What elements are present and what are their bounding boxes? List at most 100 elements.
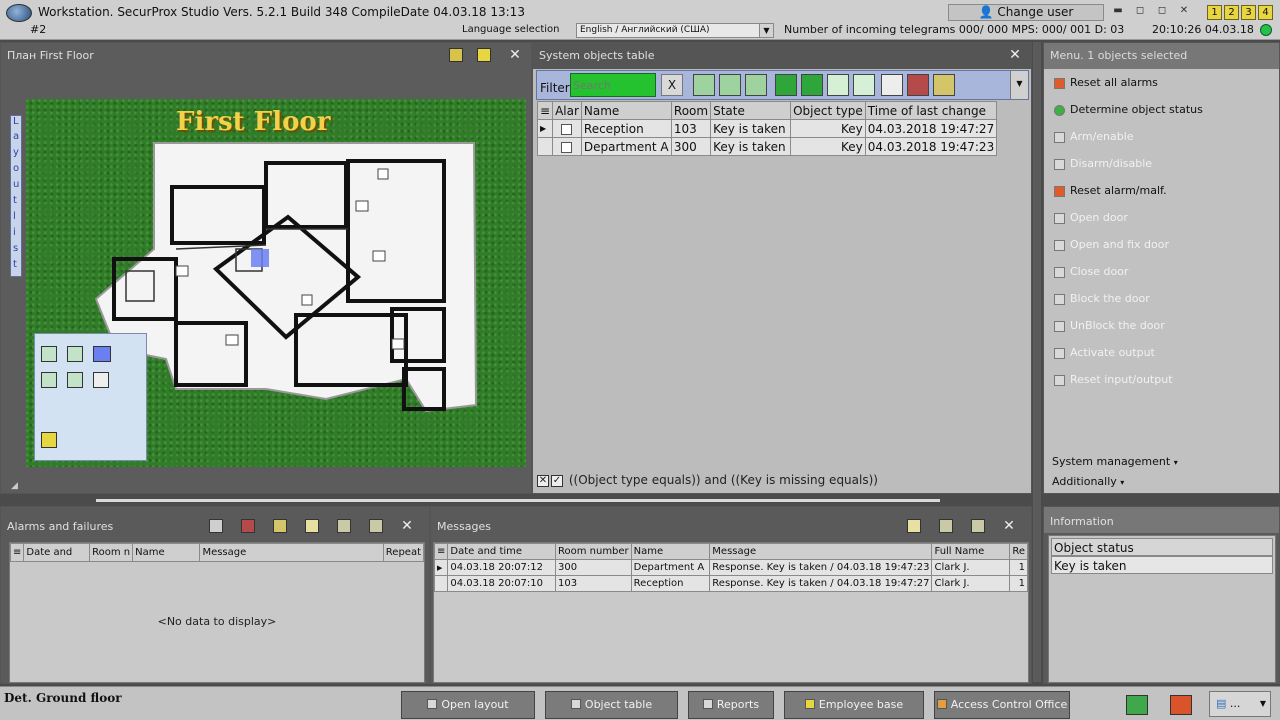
column-header[interactable]: Message (199, 543, 384, 562)
horizontal-splitter[interactable] (96, 499, 940, 502)
search-input[interactable] (570, 73, 656, 97)
key-icon[interactable] (41, 346, 57, 362)
blank-filter-icon[interactable] (881, 74, 903, 96)
additionally-menu[interactable]: Additionally ▾ (1052, 475, 1124, 488)
reports-button[interactable]: Reports (688, 691, 774, 719)
object-table-button[interactable]: Object table (545, 691, 678, 719)
table-row[interactable]: 04.03.18 20:07:10 103 Reception Response… (434, 575, 1028, 592)
column-header[interactable]: Full Name (931, 543, 1011, 560)
menu-item-disarm[interactable]: Disarm/disable (1054, 154, 1152, 174)
settings-icon[interactable] (477, 48, 491, 62)
tray-select[interactable]: ▤ ... ▼ (1209, 691, 1271, 717)
alarm-checkbox[interactable] (552, 137, 582, 156)
door-filter-icon[interactable] (693, 74, 715, 96)
panel-icon[interactable] (273, 519, 287, 533)
column-header[interactable]: Alar (552, 101, 582, 120)
alarm-filter-icon[interactable] (775, 74, 797, 96)
alarm-checkbox[interactable] (552, 119, 582, 138)
access-control-office-button[interactable]: Access Control Office (934, 691, 1070, 719)
play-filter-icon[interactable] (827, 74, 849, 96)
column-header[interactable]: Message (709, 543, 933, 560)
key-disabled-icon[interactable] (93, 372, 109, 388)
pin-icon[interactable] (449, 48, 463, 62)
minimize-icon[interactable]: ▬ (1108, 4, 1128, 18)
grid-icon[interactable] (209, 519, 223, 533)
menu-item-open-door[interactable]: Open door (1054, 208, 1128, 228)
close-icon[interactable]: ✕ (1174, 4, 1194, 18)
key-selected-icon[interactable] (93, 346, 111, 362)
vertical-splitter[interactable] (1033, 42, 1041, 682)
column-header[interactable]: Name (630, 543, 711, 560)
save-icon[interactable] (971, 519, 985, 533)
enable-filter-checkbox[interactable]: ✓ (551, 474, 563, 487)
key-filter-icon[interactable] (853, 74, 875, 96)
column-header[interactable]: Re (1009, 543, 1028, 560)
open-layout-button[interactable]: Open layout (401, 691, 535, 719)
plan-object-icon[interactable] (41, 432, 57, 448)
key-icon[interactable] (67, 346, 83, 362)
export-icon[interactable] (337, 519, 351, 533)
note-icon[interactable] (907, 519, 921, 533)
clear-filter-button[interactable]: X (661, 74, 683, 96)
menu-item-unblock-door[interactable]: UnBlock the door (1054, 316, 1165, 336)
camera-icon[interactable] (241, 519, 255, 533)
menu-item-reset-all-alarms[interactable]: Reset all alarms (1054, 73, 1158, 93)
column-header[interactable]: Time of last change (864, 101, 998, 120)
column-header[interactable]: Date and (23, 543, 91, 562)
close-icon[interactable]: ✕ (1007, 47, 1023, 63)
plan-panel-title: План First Floor (7, 49, 94, 62)
column-header[interactable]: Room n (89, 543, 134, 562)
menu-item-reset-alarm[interactable]: Reset alarm/malf. (1054, 181, 1167, 201)
column-header[interactable]: Name (580, 101, 672, 120)
menu-item-close-door[interactable]: Close door (1054, 262, 1128, 282)
menu-item-label: Disarm/disable (1070, 157, 1153, 170)
column-header[interactable]: State (710, 101, 792, 120)
close-icon[interactable]: ✕ (1001, 518, 1017, 534)
menu-item-reset-io[interactable]: Reset input/output (1054, 370, 1173, 390)
panel-filter-icon[interactable] (933, 74, 955, 96)
workspace-button-4[interactable]: 4 (1258, 5, 1273, 20)
maximize-icon[interactable]: ◻ (1152, 4, 1172, 18)
workspace-button-1[interactable]: 1 (1207, 5, 1222, 20)
key-icon[interactable] (41, 372, 57, 388)
table-row[interactable]: Department A 300 Key is taken Key 04.03.… (536, 137, 998, 156)
menu-item-open-fix-door[interactable]: Open and fix door (1054, 235, 1169, 255)
chevron-down-icon[interactable]: ▼ (759, 24, 773, 37)
resize-grip-icon[interactable]: ◢ (11, 481, 21, 491)
system-management-menu[interactable]: System management ▾ (1052, 455, 1178, 468)
grid-filter-icon[interactable] (745, 74, 767, 96)
workspace-button-2[interactable]: 2 (1224, 5, 1239, 20)
menu-item-block-door[interactable]: Block the door (1054, 289, 1150, 309)
column-header[interactable]: Date and time (447, 543, 556, 560)
menu-item-activate-output[interactable]: Activate output (1054, 343, 1155, 363)
note-icon[interactable] (305, 519, 319, 533)
language-select[interactable]: English / Английский (США) ▼ (576, 23, 774, 38)
table-row[interactable]: ▶ Reception 103 Key is taken Key 04.03.2… (536, 119, 998, 138)
layouts-list-tab[interactable]: L a y o u t l i s t (10, 115, 22, 277)
column-header[interactable]: Object type (790, 101, 866, 120)
table-row[interactable]: ▶ 04.03.18 20:07:12 300 Department A Res… (434, 559, 1028, 576)
column-header[interactable]: Room (670, 101, 712, 120)
sensor-filter-icon[interactable] (801, 74, 823, 96)
menu-item-arm[interactable]: Arm/enable (1054, 127, 1134, 147)
close-icon[interactable]: ✕ (399, 518, 415, 534)
lock-filter-icon[interactable] (719, 74, 741, 96)
alarm-tray-icon[interactable] (1170, 695, 1192, 715)
export-icon[interactable] (939, 519, 953, 533)
key-icon[interactable] (67, 372, 83, 388)
save-icon[interactable] (369, 519, 383, 533)
restore-icon[interactable]: ◻ (1130, 4, 1150, 18)
column-header[interactable]: Room number (554, 543, 632, 560)
change-user-button[interactable]: 👤 Change user (948, 4, 1104, 21)
filter-dropdown-icon[interactable]: ▼ (1010, 71, 1028, 99)
filter-expression[interactable]: ((Object type equals)) and ((Key is miss… (569, 473, 878, 487)
camera-filter-icon[interactable] (907, 74, 929, 96)
monitor-icon[interactable] (1126, 695, 1148, 715)
menu-item-determine-status[interactable]: Determine object status (1054, 100, 1203, 120)
close-icon[interactable]: ✕ (507, 47, 523, 63)
column-header[interactable]: Repeat (382, 543, 425, 562)
column-header[interactable]: Name (132, 543, 201, 562)
workspace-button-3[interactable]: 3 (1241, 5, 1256, 20)
remove-filter-icon[interactable]: ✕ (537, 474, 549, 487)
employee-base-button[interactable]: Employee base (784, 691, 924, 719)
